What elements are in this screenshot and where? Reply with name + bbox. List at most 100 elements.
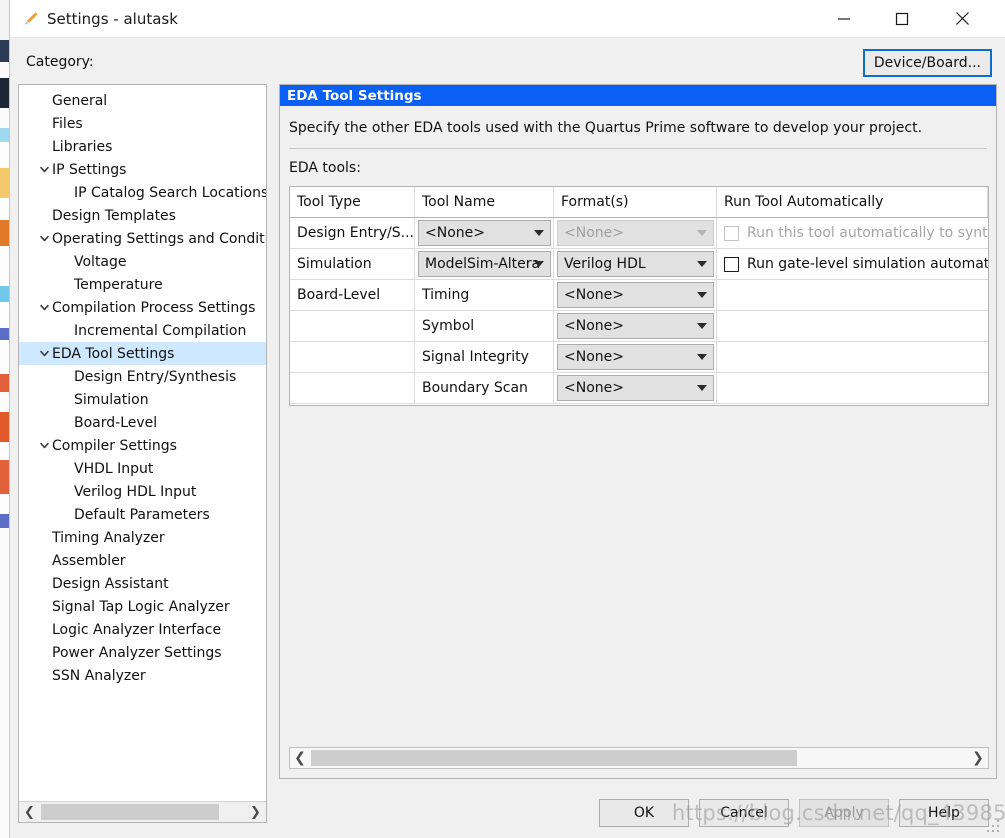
tool-type-cell bbox=[290, 311, 415, 341]
background-stripe bbox=[0, 328, 9, 340]
chevron-down-icon[interactable] bbox=[37, 342, 51, 365]
chevron-down-icon[interactable] bbox=[37, 158, 51, 181]
format-dropdown[interactable]: <None> bbox=[557, 313, 714, 339]
run-tool-cell[interactable]: Run this tool automatically to synthesiz… bbox=[717, 218, 988, 248]
chevron-down-icon[interactable] bbox=[697, 261, 707, 267]
chevron-down-icon[interactable] bbox=[37, 296, 51, 319]
tool-name-dropdown[interactable]: ModelSim-Altera bbox=[418, 251, 551, 277]
background-stripe bbox=[0, 340, 9, 374]
sidebar-item-libraries[interactable]: Libraries bbox=[19, 135, 266, 158]
sidebar-item-operating-settings-and-conditions[interactable]: Operating Settings and Conditions bbox=[19, 227, 266, 250]
tool-type-cell bbox=[290, 342, 415, 372]
background-stripe bbox=[0, 198, 9, 220]
sidebar-item-ssn-analyzer[interactable]: SSN Analyzer bbox=[19, 664, 266, 687]
sidebar-item-vhdl-input[interactable]: VHDL Input bbox=[19, 457, 266, 480]
background-stripe bbox=[0, 374, 9, 392]
chevron-down-icon[interactable] bbox=[697, 323, 707, 329]
eda-tools-table: Tool Type Tool Name Format(s) Run Tool Auto… bbox=[289, 186, 989, 406]
sidebar-item-design-entry-synthesis[interactable]: Design Entry/Synthesis bbox=[19, 365, 266, 388]
format-dropdown[interactable]: <None> bbox=[557, 220, 714, 246]
sidebar-item-ip-catalog-search-locations[interactable]: IP Catalog Search Locations bbox=[19, 181, 266, 204]
sidebar-item-compilation-process-settings[interactable]: Compilation Process Settings bbox=[19, 296, 266, 319]
format-value: Verilog HDL bbox=[564, 256, 646, 272]
dialog-button-row: OK Cancel Apply Help bbox=[10, 788, 1005, 838]
tool-name-cell[interactable]: Boundary Scan bbox=[415, 373, 554, 403]
tool-type-cell: Design Entry/S... bbox=[290, 218, 415, 248]
format-cell[interactable]: Verilog HDL bbox=[554, 249, 717, 279]
sidebar-item-voltage[interactable]: Voltage bbox=[19, 250, 266, 273]
background-stripe bbox=[0, 442, 9, 460]
format-dropdown[interactable]: Verilog HDL bbox=[557, 251, 714, 277]
scrollbar-thumb[interactable] bbox=[311, 750, 797, 766]
category-tree[interactable]: General Files Libraries IP Settings IP Catal… bbox=[19, 89, 266, 789]
scroll-right-icon[interactable]: ❯ bbox=[968, 748, 988, 768]
cancel-button[interactable]: Cancel bbox=[699, 799, 789, 827]
sidebar-item-label: IP Settings bbox=[52, 161, 127, 178]
table-row[interactable]: Board-Level Timing <None> bbox=[290, 280, 988, 311]
sidebar-item-signal-tap-logic-analyzer[interactable]: Signal Tap Logic Analyzer bbox=[19, 595, 266, 618]
tool-name-cell[interactable]: ModelSim-Altera bbox=[415, 249, 554, 279]
table-row[interactable]: Signal Integrity <None> bbox=[290, 342, 988, 373]
tool-name-cell[interactable]: Symbol bbox=[415, 311, 554, 341]
tool-name-cell[interactable]: <None> bbox=[415, 218, 554, 248]
format-cell[interactable]: <None> bbox=[554, 373, 717, 403]
close-icon[interactable] bbox=[939, 0, 985, 37]
sidebar-item-label: Assembler bbox=[52, 552, 126, 569]
sidebar-item-ip-settings[interactable]: IP Settings bbox=[19, 158, 266, 181]
sidebar-item-general[interactable]: General bbox=[19, 89, 266, 112]
sidebar-item-temperature[interactable]: Temperature bbox=[19, 273, 266, 296]
sidebar-item-eda-tool-settings[interactable]: EDA Tool Settings bbox=[19, 342, 266, 365]
sidebar-item-simulation[interactable]: Simulation bbox=[19, 388, 266, 411]
divider bbox=[289, 148, 987, 149]
chevron-down-icon[interactable] bbox=[697, 385, 707, 391]
device-board-button[interactable]: Device/Board... bbox=[862, 49, 992, 77]
table-row[interactable]: Boundary Scan <None> bbox=[290, 373, 988, 404]
chevron-down-icon[interactable] bbox=[534, 261, 544, 267]
sidebar-item-timing-analyzer[interactable]: Timing Analyzer bbox=[19, 526, 266, 549]
ok-button[interactable]: OK bbox=[599, 799, 689, 827]
scroll-left-icon[interactable]: ❮ bbox=[290, 748, 310, 768]
chevron-down-icon[interactable] bbox=[534, 230, 544, 236]
panel-horizontal-scrollbar[interactable]: ❮ ❯ bbox=[289, 747, 989, 769]
settings-dialog-screen: Settings - alutask Category: Device/Boar… bbox=[0, 0, 1005, 838]
tool-name-dropdown[interactable]: <None> bbox=[418, 220, 551, 246]
tool-name-cell[interactable]: Timing bbox=[415, 280, 554, 310]
sidebar-item-design-assistant[interactable]: Design Assistant bbox=[19, 572, 266, 595]
format-cell[interactable]: <None> bbox=[554, 311, 717, 341]
sidebar-item-assembler[interactable]: Assembler bbox=[19, 549, 266, 572]
background-window-sliver bbox=[0, 0, 9, 838]
maximize-icon[interactable] bbox=[879, 0, 925, 37]
format-dropdown[interactable]: <None> bbox=[557, 344, 714, 370]
chevron-down-icon[interactable] bbox=[697, 292, 707, 298]
format-dropdown[interactable]: <None> bbox=[557, 375, 714, 401]
sidebar-item-incremental-compilation[interactable]: Incremental Compilation bbox=[19, 319, 266, 342]
chevron-down-icon[interactable] bbox=[697, 230, 707, 236]
sidebar-item-logic-analyzer-interface[interactable]: Logic Analyzer Interface bbox=[19, 618, 266, 641]
sidebar-item-compiler-settings[interactable]: Compiler Settings bbox=[19, 434, 266, 457]
resize-grip[interactable] bbox=[987, 820, 1000, 833]
minimize-icon[interactable] bbox=[821, 0, 867, 37]
help-button[interactable]: Help bbox=[899, 799, 989, 827]
sidebar-item-label: Voltage bbox=[74, 253, 127, 270]
background-stripe bbox=[0, 128, 9, 142]
sidebar-item-power-analyzer-settings[interactable]: Power Analyzer Settings bbox=[19, 641, 266, 664]
chevron-down-icon[interactable] bbox=[697, 354, 707, 360]
sidebar-item-label: Verilog HDL Input bbox=[74, 483, 197, 500]
run-tool-cell[interactable]: Run gate-level simulation automatically … bbox=[717, 249, 988, 279]
table-row[interactable]: Design Entry/S... <None> <None> Run this to… bbox=[290, 218, 988, 249]
chevron-down-icon[interactable] bbox=[37, 434, 51, 457]
format-cell[interactable]: <None> bbox=[554, 218, 717, 248]
format-dropdown[interactable]: <None> bbox=[557, 282, 714, 308]
table-row[interactable]: Simulation ModelSim-Altera Verilog HDL Run … bbox=[290, 249, 988, 280]
sidebar-item-default-parameters[interactable]: Default Parameters bbox=[19, 503, 266, 526]
format-cell[interactable]: <None> bbox=[554, 280, 717, 310]
sidebar-item-files[interactable]: Files bbox=[19, 112, 266, 135]
table-row[interactable]: Symbol <None> bbox=[290, 311, 988, 342]
sidebar-item-design-templates[interactable]: Design Templates bbox=[19, 204, 266, 227]
sidebar-item-verilog-hdl-input[interactable]: Verilog HDL Input bbox=[19, 480, 266, 503]
chevron-down-icon[interactable] bbox=[37, 227, 51, 250]
format-cell[interactable]: <None> bbox=[554, 342, 717, 372]
tool-name-cell[interactable]: Signal Integrity bbox=[415, 342, 554, 372]
run-tool-checkbox[interactable] bbox=[724, 256, 739, 272]
sidebar-item-board-level[interactable]: Board-Level bbox=[19, 411, 266, 434]
